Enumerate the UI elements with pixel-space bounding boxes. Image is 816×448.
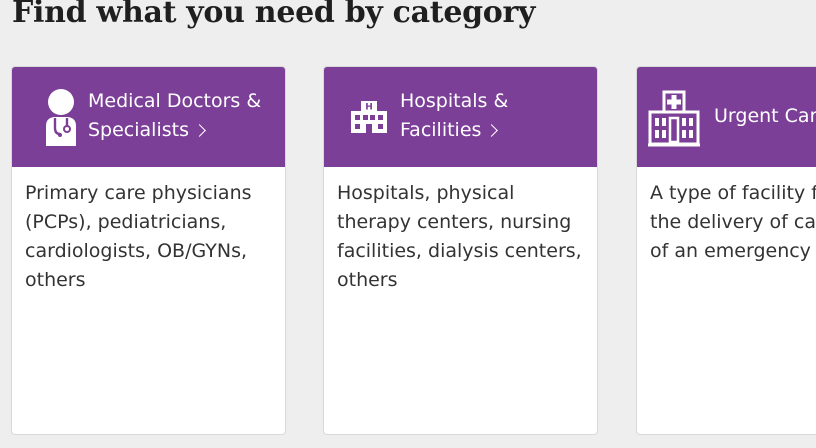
card-title-link[interactable]: Medical Doctors & Specialists (88, 87, 277, 145)
chevron-right-icon (485, 124, 499, 137)
card-title-line2: Specialists (88, 119, 189, 141)
card-description-text: A type of facility focused on the delive… (650, 182, 816, 262)
card-description: Primary care physicians (PCPs), pediatri… (25, 182, 252, 291)
card-title-link[interactable]: Urgent Care (714, 102, 816, 131)
page: Find what you need by category Medical D… (0, 0, 816, 448)
category-card-doctors: Medical Doctors & Specialists Primary ca… (11, 66, 286, 435)
card-header[interactable]: H Hospitals & Facilities (324, 67, 597, 167)
card-description: Hospitals, physical therapy centers, nur… (337, 182, 582, 291)
card-title-line1: Urgent Care (714, 105, 816, 127)
card-description: A type of facility focused on the delive… (637, 167, 816, 266)
page-title: Find what you need by category (12, 0, 536, 30)
category-card-hospitals: H Hospitals & Facilities Hospitals, phys… (323, 66, 598, 435)
card-title-line2: Facilities (400, 119, 482, 141)
card-title-line1: Hospitals & (400, 90, 509, 112)
category-card-urgent-care: Urgent Care A type of facility focused o… (636, 66, 816, 435)
card-title-line1: Medical Doctors & (88, 90, 262, 112)
chevron-right-icon (193, 124, 206, 137)
card-header[interactable]: Urgent Care (637, 67, 816, 167)
hospital-building-icon: H (342, 85, 396, 149)
doctor-icon (34, 85, 88, 149)
urgent-care-building-icon (647, 87, 701, 151)
card-header[interactable]: Medical Doctors & Specialists (12, 67, 285, 167)
card-title-link[interactable]: Hospitals & Facilities (400, 87, 589, 145)
